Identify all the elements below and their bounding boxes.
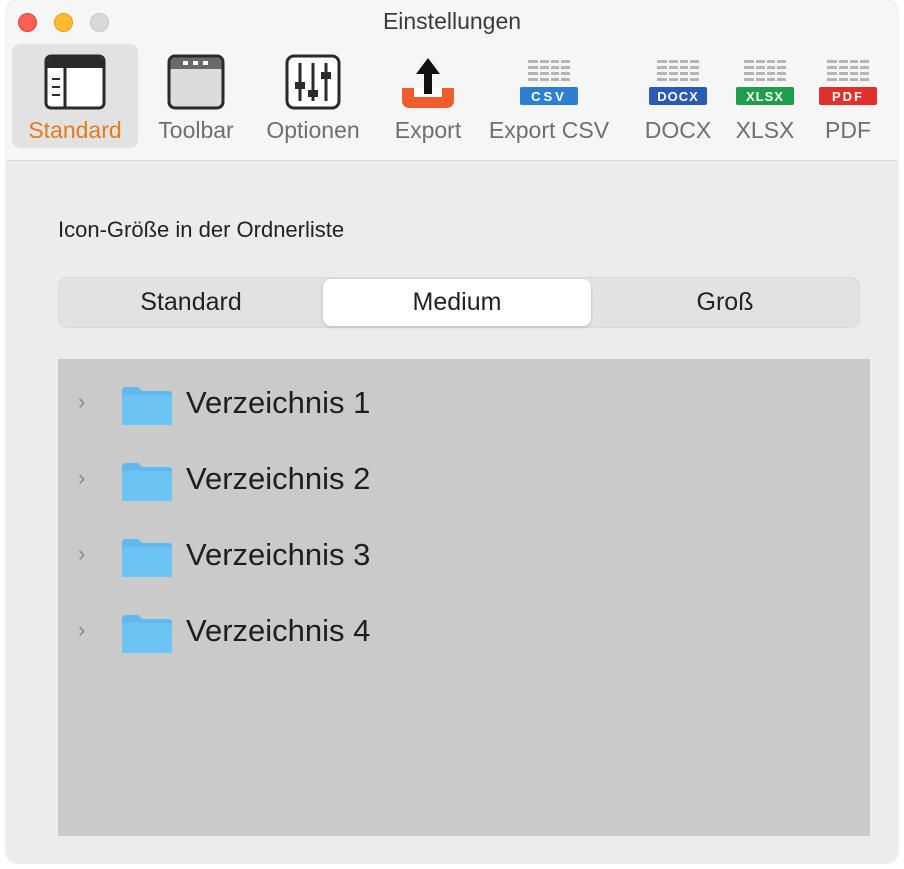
folder-label: Verzeichnis 3	[186, 537, 371, 572]
folder-icon	[122, 387, 172, 425]
sliders-icon	[285, 54, 341, 110]
preferences-toolbar: Standard Toolbar Optionen Export CSV Exp…	[6, 44, 898, 152]
toolbar-item-standard[interactable]: Standard	[12, 44, 138, 148]
toolbar-item-label: Standard	[28, 117, 122, 143]
toolbar-item-label: Export	[394, 117, 462, 143]
folder-row[interactable]: › Verzeichnis 4	[58, 599, 870, 659]
window-toolbar-icon	[167, 54, 225, 110]
chevron-right-icon[interactable]: ›	[78, 541, 85, 567]
chevron-right-icon[interactable]: ›	[78, 465, 85, 491]
titlebar: Einstellungen Standard Toolbar Optionen …	[6, 0, 898, 161]
pdf-badge-text: PDF	[832, 89, 864, 104]
toolbar-item-label: XLSX	[735, 117, 795, 143]
toolbar-item-docx[interactable]: DOCX DOCX	[636, 44, 720, 148]
folder-row[interactable]: › Verzeichnis 3	[58, 523, 870, 583]
toolbar-item-label: Toolbar	[158, 117, 234, 143]
folder-label: Verzeichnis 2	[186, 461, 371, 496]
segment-standard[interactable]: Standard	[60, 279, 322, 326]
toolbar-item-label: Export CSV	[488, 117, 610, 143]
xlsx-file-icon: XLSX	[736, 60, 794, 105]
toolbar-item-label: DOCX	[644, 117, 712, 143]
export-tray-icon	[402, 58, 454, 108]
folder-list-preview: › Verzeichnis 1 › Verzeichnis 2 › Verzei…	[58, 359, 870, 836]
icon-size-label: Icon-Größe in der Ordnerliste	[58, 217, 345, 242]
xlsx-badge-text: XLSX	[746, 89, 784, 104]
sidebar-layout-icon	[44, 54, 106, 110]
toolbar-item-label: Optionen	[266, 117, 360, 143]
toolbar-item-xlsx[interactable]: XLSX XLSX	[726, 44, 804, 148]
settings-pane: Icon-Größe in der Ordnerliste Standard M…	[6, 161, 898, 863]
pdf-file-icon: PDF	[819, 60, 877, 105]
folder-row[interactable]: › Verzeichnis 2	[58, 447, 870, 507]
toolbar-item-label: PDF	[825, 117, 871, 143]
csv-badge-text: CSV	[531, 89, 567, 104]
folder-icon	[122, 539, 172, 577]
segment-gross[interactable]: Groß	[592, 279, 858, 326]
folder-icon	[122, 463, 172, 501]
chevron-right-icon[interactable]: ›	[78, 389, 85, 415]
folder-label: Verzeichnis 1	[186, 385, 371, 420]
folder-icon	[122, 615, 172, 653]
toolbar-item-export-csv[interactable]: CSV Export CSV	[482, 44, 616, 148]
csv-file-icon: CSV	[520, 60, 578, 105]
folder-row[interactable]: › Verzeichnis 1	[58, 371, 870, 431]
toolbar-item-toolbar[interactable]: Toolbar	[142, 44, 250, 148]
toolbar-item-pdf[interactable]: PDF PDF	[812, 44, 884, 148]
docx-file-icon: DOCX	[649, 60, 707, 105]
docx-badge-text: DOCX	[657, 89, 699, 104]
preferences-window: Einstellungen Standard Toolbar Optionen …	[6, 0, 898, 863]
icon-size-segmented-control: Standard Medium Groß	[58, 277, 860, 328]
folder-label: Verzeichnis 4	[186, 613, 371, 648]
window-title: Einstellungen	[382, 8, 522, 34]
chevron-right-icon[interactable]: ›	[78, 617, 85, 643]
toolbar-item-export[interactable]: Export	[378, 44, 478, 148]
toolbar-item-optionen[interactable]: Optionen	[252, 44, 374, 148]
segment-medium[interactable]: Medium	[323, 279, 591, 326]
